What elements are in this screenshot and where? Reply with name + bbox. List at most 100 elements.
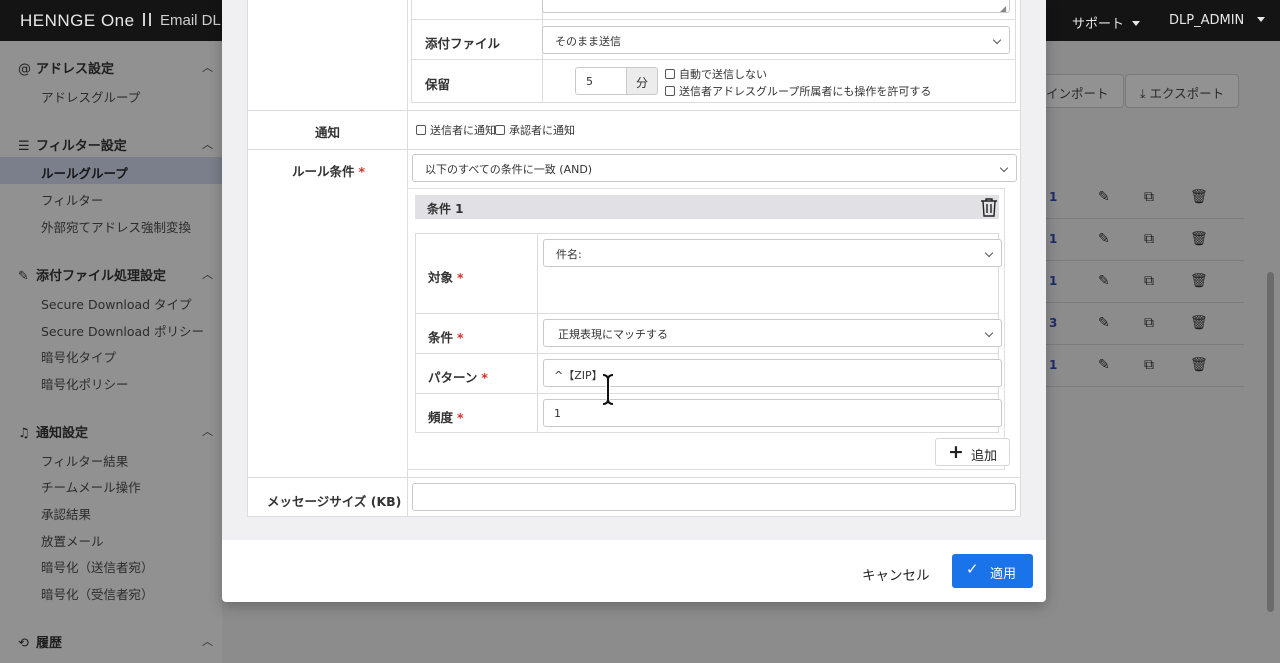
condition-fields-table: 対象 * 件名: 条件 * 正規表現にマッチする パターン * ^【ZIP】 頻度 * … (415, 233, 1002, 433)
edit-icon[interactable]: ✎ (1098, 189, 1110, 205)
cancel-button[interactable]: キャンセル (862, 564, 930, 584)
hold-unit-addon: 分 (626, 67, 658, 95)
edit-icon[interactable]: ✎ (1098, 273, 1110, 289)
chevron-up-icon[interactable]: ︿ (202, 633, 213, 649)
rule-condition-label: ルール条件 * (292, 164, 366, 179)
table-row: 1 ✎ ⧉ 🗑 (1046, 219, 1244, 261)
sidebar-section-history[interactable]: ⟲ 履歴 (18, 632, 62, 651)
condition-header: 条件 1 (415, 195, 999, 219)
resize-handle-icon[interactable]: ◢ (1000, 4, 1006, 13)
table-row: 1 ✎ ⧉ 🗑 (1046, 345, 1244, 387)
table-row: 1 ✎ ⧉ 🗑 (1046, 261, 1244, 303)
condition-title: 条件 1 (427, 202, 464, 216)
history-icon: ⟲ (18, 636, 29, 651)
chevron-up-icon[interactable]: ︿ (202, 136, 213, 152)
sidebar-item-encryption-policy[interactable]: 暗号化ポリシー (41, 374, 129, 393)
add-condition-button[interactable]: + 追加 (935, 438, 1010, 466)
trash-icon[interactable]: 🗑 (1190, 189, 1208, 205)
sidebar-item-approval-result[interactable]: 承認結果 (41, 504, 91, 523)
table-row: 1 ✎ ⧉ 🗑 (1046, 177, 1244, 219)
checkbox-icon (665, 86, 675, 96)
trash-icon[interactable]: 🗑 (1190, 315, 1208, 331)
apply-button[interactable]: ✓ 適用 (952, 554, 1033, 588)
sidebar-item-rule-group[interactable]: ルールグループ (41, 163, 128, 182)
sidebar-item-address-group[interactable]: アドレスグループ (41, 87, 140, 106)
condition-panel: 条件 1 対象 * 件名: 条件 * 正規表現にマッチする パターン * ^【ZIP】… (407, 188, 1005, 470)
hold-label: 保留 (425, 77, 451, 92)
product-icon (143, 13, 151, 26)
modal-body: ◢ 添付ファイル そのまま送信 保留 5 分 自動で送信しない 送信者アドレスグ… (222, 0, 1046, 540)
export-button[interactable]: ⤓ エクスポート (1125, 74, 1240, 108)
trash-icon[interactable]: 🗑 (1190, 273, 1208, 289)
copy-icon[interactable]: ⧉ (1144, 189, 1154, 205)
sidebar-item-secure-download-policy[interactable]: Secure Download ポリシー (41, 321, 204, 340)
sidebar-item-secure-download-type[interactable]: Secure Download タイプ (41, 294, 192, 313)
product-name: Email DLP (143, 12, 231, 29)
match-mode-select[interactable]: 以下のすべての条件に一致 (AND) (412, 154, 1017, 182)
caret-down-icon (1132, 21, 1141, 26)
condition-select[interactable]: 正規表現にマッチする (543, 319, 1002, 347)
condition-label: 条件 * (428, 330, 464, 345)
sidebar-item-encryption-type[interactable]: 暗号化タイプ (41, 347, 116, 366)
sidebar-item-encryption-sender[interactable]: 暗号化（送信者宛） (41, 557, 154, 576)
support-menu[interactable]: サポート (1072, 13, 1141, 32)
row-count-link[interactable]: 3 (1049, 316, 1057, 330)
check-icon: ✓ (966, 560, 979, 578)
edit-icon[interactable]: ✎ (1098, 357, 1110, 373)
sidebar-section-address[interactable]: @ アドレス設定 (18, 58, 114, 77)
message-size-input[interactable] (412, 483, 1016, 511)
caret-down-icon (1257, 17, 1266, 22)
page-scrollbar[interactable] (1267, 272, 1274, 612)
copy-icon[interactable]: ⧉ (1144, 315, 1154, 331)
trash-icon[interactable]: 🗑 (1190, 357, 1208, 373)
checkbox-icon (416, 125, 426, 135)
edit-icon[interactable]: ✎ (1098, 315, 1110, 331)
sidebar-item-team-mail[interactable]: チームメール操作 (41, 477, 141, 496)
target-select[interactable]: 件名: (543, 239, 1002, 267)
chevron-up-icon[interactable]: ︿ (202, 59, 213, 75)
text-cursor-icon (602, 373, 614, 406)
row-count-link[interactable]: 1 (1049, 232, 1057, 246)
delete-condition-trash-icon[interactable] (980, 197, 998, 217)
notify-sender-checkbox[interactable]: 送信者に通知 (416, 122, 496, 138)
notify-approver-checkbox[interactable]: 承認者に通知 (495, 122, 575, 138)
table-row: 3 ✎ ⧉ 🗑 (1046, 303, 1244, 345)
no-auto-send-checkbox[interactable]: 自動で送信しない (665, 66, 767, 82)
attachment-label: 添付ファイル (425, 36, 501, 51)
sidebar-section-attachment[interactable]: ✎ 添付ファイル処理設定 (18, 265, 166, 284)
pattern-label: パターン * (428, 370, 488, 385)
hold-minutes-input[interactable]: 5 (575, 67, 627, 95)
user-menu[interactable]: DLP_ADMIN (1169, 13, 1266, 28)
copy-icon[interactable]: ⧉ (1144, 273, 1154, 289)
attachment-select[interactable]: そのまま送信 (542, 26, 1010, 54)
checkbox-icon (495, 125, 505, 135)
allow-sender-group-checkbox[interactable]: 送信者アドレスグループ所属者にも操作を許可する (665, 83, 931, 99)
sidebar-item-abandoned-mail[interactable]: 放置メール (41, 531, 104, 550)
at-icon: @ (18, 62, 31, 77)
edit-icon[interactable]: ✎ (1098, 231, 1110, 247)
copy-icon[interactable]: ⧉ (1144, 231, 1154, 247)
target-label: 対象 * (428, 270, 464, 285)
notify-label: 通知 (315, 125, 341, 140)
chevron-up-icon[interactable]: ︿ (202, 423, 213, 439)
row-count-link[interactable]: 1 (1049, 274, 1057, 288)
paperclip-icon: ✎ (18, 269, 29, 284)
sidebar-item-encryption-recipient[interactable]: 暗号化（受信者宛） (41, 584, 154, 603)
trash-icon[interactable]: 🗑 (1190, 231, 1208, 247)
frequency-label: 頻度 * (428, 410, 464, 425)
sidebar-section-filter[interactable]: ☰ フィルター設定 (18, 135, 127, 154)
row-count-link[interactable]: 1 (1049, 190, 1057, 204)
sidebar-section-notification[interactable]: ♫ 通知設定 (18, 422, 88, 441)
sidebar-item-filter-result[interactable]: フィルター結果 (41, 451, 128, 470)
textarea-field[interactable] (542, 0, 1010, 13)
row-count-link[interactable]: 1 (1049, 358, 1057, 372)
filter-icon: ☰ (18, 139, 30, 154)
download-icon: ⤓ (1140, 86, 1150, 101)
copy-icon[interactable]: ⧉ (1144, 357, 1154, 373)
sidebar-item-external-address-rewrite[interactable]: 外部宛てアドレス強制変換 (41, 217, 191, 236)
bell-icon: ♫ (18, 426, 30, 441)
rule-edit-modal: ◢ 添付ファイル そのまま送信 保留 5 分 自動で送信しない 送信者アドレスグ… (222, 0, 1046, 602)
sidebar-item-filter[interactable]: フィルター (41, 190, 103, 209)
henngeone-logo[interactable]: HENNGE One (20, 11, 135, 31)
chevron-up-icon[interactable]: ︿ (202, 266, 213, 282)
